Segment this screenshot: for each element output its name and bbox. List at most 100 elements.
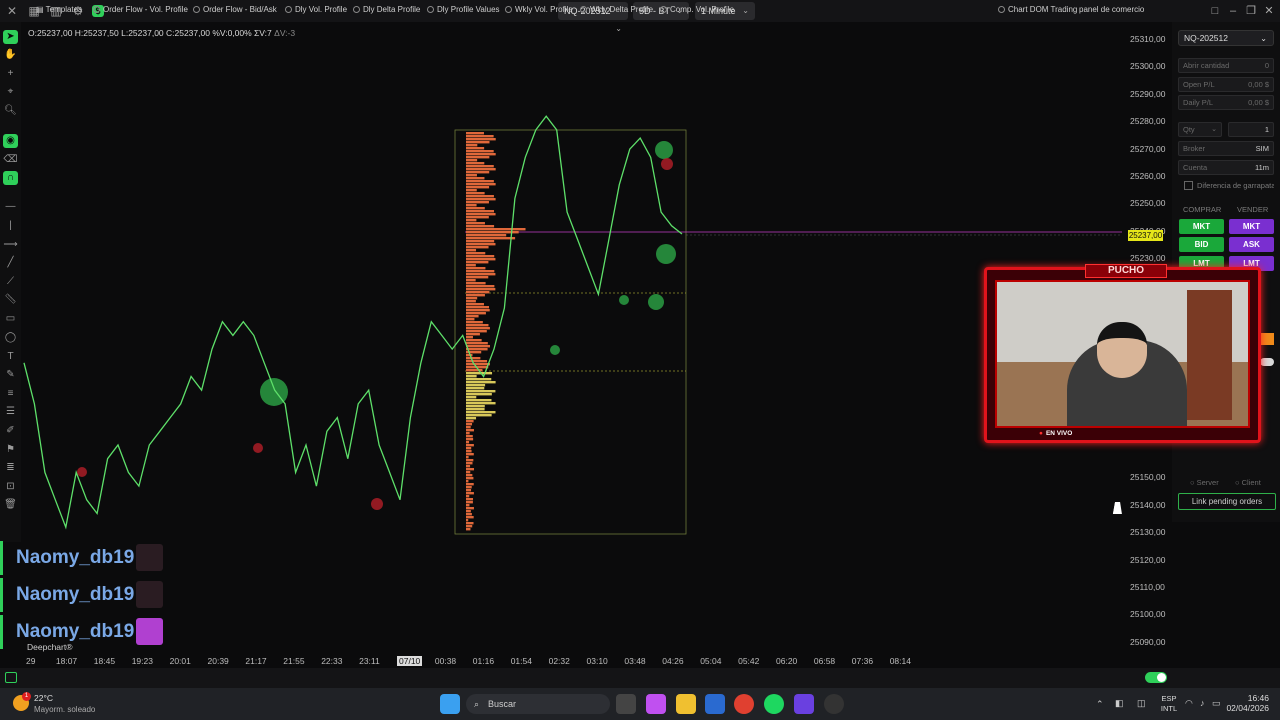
- weather-widget[interactable]: 22°C Mayorm. soleado: [34, 693, 95, 714]
- broker-label: Broker: [1183, 144, 1206, 153]
- tick-diff-checkbox[interactable]: Diferencia de garrapata: [1184, 181, 1274, 190]
- chat-message: Naomy_db19: [0, 615, 163, 649]
- client-radio[interactable]: ○ Client: [1235, 478, 1261, 487]
- price-chart[interactable]: [22, 40, 1122, 652]
- chrome-icon[interactable]: [734, 694, 754, 714]
- list-tool-icon[interactable]: ≡: [3, 387, 18, 401]
- qty-select[interactable]: Qty ⌄: [1178, 122, 1222, 137]
- weather-temp: 22°C: [34, 693, 53, 703]
- window-icon[interactable]: □: [1207, 3, 1223, 19]
- eye-tool-icon[interactable]: ◉: [3, 134, 18, 148]
- zoom-tool-icon[interactable]: 🔍︎: [3, 104, 18, 118]
- small-toggle[interactable]: [1260, 358, 1274, 366]
- menu-tool-icon[interactable]: ☰: [3, 405, 18, 419]
- taskbar-search[interactable]: ⌕ Buscar: [466, 694, 610, 714]
- file-explorer-icon[interactable]: [676, 694, 696, 714]
- hline-tool-icon[interactable]: —: [3, 200, 18, 214]
- panel-toggle-icon[interactable]: [5, 672, 17, 683]
- x-tick-label: 02:32: [548, 656, 570, 666]
- pointer-tool-icon[interactable]: ➤: [3, 30, 18, 44]
- profile-bar: [466, 333, 480, 336]
- tray-app2-icon[interactable]: ◫: [1137, 698, 1146, 709]
- battery-icon[interactable]: ▭: [1212, 698, 1221, 709]
- profile-bar: [466, 342, 488, 345]
- text-tool-icon[interactable]: T: [3, 350, 18, 364]
- templates-button[interactable]: ▤ Templates: [36, 5, 82, 14]
- rectangle-tool-icon[interactable]: ▭: [3, 312, 18, 326]
- qty-stepper[interactable]: 1: [1228, 122, 1274, 137]
- y-tick-label: 25110,00: [1130, 582, 1165, 592]
- tray-app-icon[interactable]: ◧: [1115, 698, 1124, 709]
- y-tick-label: 25140,00: [1130, 499, 1166, 510]
- deepchart-app-icon[interactable]: [794, 694, 814, 714]
- tray-chevron-icon[interactable]: ⌃: [1096, 699, 1104, 710]
- ellipse-tool-icon[interactable]: ◯: [3, 331, 18, 345]
- minimize-icon[interactable]: –: [1225, 3, 1241, 19]
- bottom-bar: [0, 668, 1280, 688]
- profile-bar: [466, 459, 474, 462]
- fib-tool-icon[interactable]: ⟋: [3, 275, 18, 289]
- profile-bar: [466, 465, 471, 468]
- profile-bar: [466, 360, 488, 363]
- chart-dom-toggle[interactable]: Chart DOM Trading: [998, 5, 1077, 14]
- profile-bar: [466, 186, 490, 189]
- marker-tool-icon[interactable]: ⚑: [3, 443, 18, 457]
- eraser-tool-icon[interactable]: ⌫: [3, 153, 18, 167]
- y-tick-label: 25260,00: [1130, 171, 1166, 181]
- copilot-icon[interactable]: [646, 694, 666, 714]
- profile-bar: [466, 138, 496, 141]
- profile-bar: [466, 153, 496, 156]
- radio-icon: [93, 6, 100, 13]
- vline-tool-icon[interactable]: |: [3, 219, 18, 233]
- trade-panel-toggle[interactable]: [1145, 672, 1167, 683]
- window-close-icon[interactable]: ✕: [1261, 3, 1277, 19]
- account-select[interactable]: Cuenta 11m: [1178, 160, 1274, 175]
- restore-icon[interactable]: ❐: [1243, 3, 1259, 19]
- template-wkly-vol[interactable]: Wkly Vol. Profile: [505, 5, 573, 14]
- trash-tool-icon[interactable]: 🗑︎: [3, 498, 18, 512]
- template-dly-values[interactable]: Dly Profile Values: [427, 5, 500, 14]
- windows-start-icon[interactable]: [440, 694, 460, 714]
- buy-market-button[interactable]: MKT: [1179, 219, 1224, 234]
- time-axis[interactable]: 29 18:07 18:45 19:23 20:01 20:39 21:17 21:55 22:…: [22, 654, 1122, 668]
- lock-tool-icon[interactable]: ⊡: [3, 480, 18, 494]
- buy-bid-button[interactable]: BID: [1179, 237, 1224, 252]
- brush-tool-icon[interactable]: ✐: [3, 424, 18, 438]
- store-icon[interactable]: [705, 694, 725, 714]
- hand-tool-icon[interactable]: ✋: [3, 48, 18, 62]
- template-comp-vol[interactable]: Comp. Vol. Profile: [660, 5, 734, 14]
- y-tick-label: 25250,00: [1130, 198, 1166, 209]
- crosshair-tool-icon[interactable]: +: [3, 67, 18, 81]
- server-radio[interactable]: ○ Server: [1190, 478, 1219, 487]
- template-vol-profile[interactable]: Order Flow - Vol. Profile: [93, 5, 188, 14]
- ohlc-delta: ΔV:-3: [274, 28, 296, 38]
- template-dly-delta[interactable]: Dly Delta Profile: [353, 5, 420, 14]
- volume-icon[interactable]: ♪: [1200, 698, 1205, 708]
- magnet-tool-icon[interactable]: ∩: [3, 171, 18, 185]
- trendline-tool-icon[interactable]: ╱: [3, 256, 18, 270]
- orange-button[interactable]: [1260, 333, 1274, 345]
- task-view-icon[interactable]: [616, 694, 636, 714]
- panel-symbol-select[interactable]: NQ-202512 ⌄: [1178, 30, 1274, 46]
- wifi-icon[interactable]: ◠: [1185, 698, 1193, 709]
- buy-heading: COMPRAR: [1183, 205, 1222, 214]
- ray-tool-icon[interactable]: ⟶: [3, 238, 18, 252]
- field-label: Open P/L: [1183, 80, 1215, 89]
- cursor-tool-icon[interactable]: ⌖: [3, 85, 18, 99]
- sell-market-button[interactable]: MKT: [1229, 219, 1274, 234]
- ruler-tool-icon[interactable]: 📏︎: [3, 293, 18, 307]
- template-dly-vol[interactable]: Dly Vol. Profile: [285, 5, 347, 14]
- template-wkly-delta[interactable]: Wkly Delta Profile: [580, 5, 653, 14]
- obs-icon[interactable]: [824, 694, 844, 714]
- pen-tool-icon[interactable]: ✎: [3, 368, 18, 382]
- close-icon[interactable]: ✕: [4, 3, 20, 19]
- clock[interactable]: 16:46 02/04/2026: [1221, 693, 1269, 713]
- spotify-icon[interactable]: [764, 694, 784, 714]
- template-bid-ask[interactable]: Order Flow - Bid/Ask: [193, 5, 277, 14]
- link-pending-orders-button[interactable]: Link pending orders: [1178, 493, 1276, 510]
- layers-tool-icon[interactable]: ≣: [3, 461, 18, 475]
- broker-select[interactable]: Broker SIM: [1178, 141, 1274, 156]
- language-indicator[interactable]: ESP INTL: [1159, 694, 1179, 714]
- profile-bar: [466, 294, 485, 297]
- sell-ask-button[interactable]: ASK: [1229, 237, 1274, 252]
